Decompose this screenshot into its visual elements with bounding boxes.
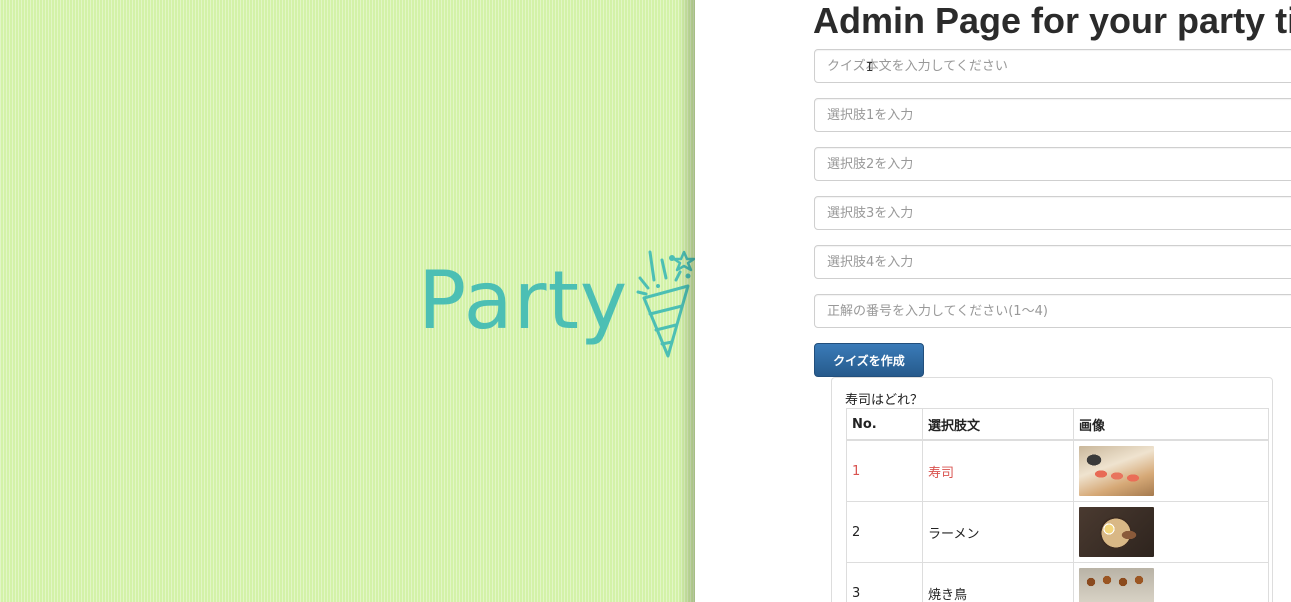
party-logo-text: Party <box>418 254 629 347</box>
choice3-input[interactable] <box>814 196 1291 230</box>
choice-image-cell <box>1073 439 1269 502</box>
quiz-form <box>814 49 1291 343</box>
ramen-image <box>1079 507 1154 557</box>
column-header-image: 画像 <box>1073 408 1269 441</box>
page-title: Admin Page for your party tit <box>813 0 1291 41</box>
choice-image-cell <box>1073 501 1269 563</box>
choice2-input[interactable] <box>814 147 1291 181</box>
quiz-table: No. 選択肢文 画像 1 寿司 2 ラーメン 3 焼き鳥 <box>846 408 1269 602</box>
choice-text: 寿司 <box>922 439 1074 502</box>
quiz-question: 寿司はどれ？ <box>845 393 924 408</box>
choice-text: 焼き鳥 <box>922 562 1074 602</box>
choice-image-cell <box>1073 562 1269 602</box>
panel-edge-shadow <box>679 0 695 602</box>
party-logo: Party <box>418 248 695 360</box>
sushi-image <box>1079 446 1154 496</box>
choice-number: 1 <box>846 439 923 502</box>
left-panel: Party <box>0 0 695 602</box>
column-header-no: No. <box>846 408 923 441</box>
choice4-input[interactable] <box>814 245 1291 279</box>
table-header-row: No. 選択肢文 画像 <box>846 408 1269 441</box>
choice-number: 2 <box>846 501 923 563</box>
create-quiz-button[interactable]: クイズを作成 <box>814 343 924 377</box>
admin-panel: Admin Page for your party tit クイズを作成 寿司は… <box>695 0 1291 602</box>
choice-number: 3 <box>846 562 923 602</box>
table-row: 2 ラーメン <box>846 501 1269 563</box>
choice1-input[interactable] <box>814 98 1291 132</box>
text-cursor-icon: I <box>866 60 874 74</box>
quiz-panel: 寿司はどれ？ No. 選択肢文 画像 1 寿司 2 ラーメン 3 焼き鳥 <box>831 377 1273 602</box>
yakitori-image <box>1079 568 1154 602</box>
table-row: 1 寿司 <box>846 439 1269 502</box>
question-input[interactable] <box>814 49 1291 83</box>
answer-number-input[interactable] <box>814 294 1291 328</box>
column-header-choice-text: 選択肢文 <box>922 408 1074 441</box>
table-row: 3 焼き鳥 <box>846 562 1269 602</box>
choice-text: ラーメン <box>922 501 1074 563</box>
